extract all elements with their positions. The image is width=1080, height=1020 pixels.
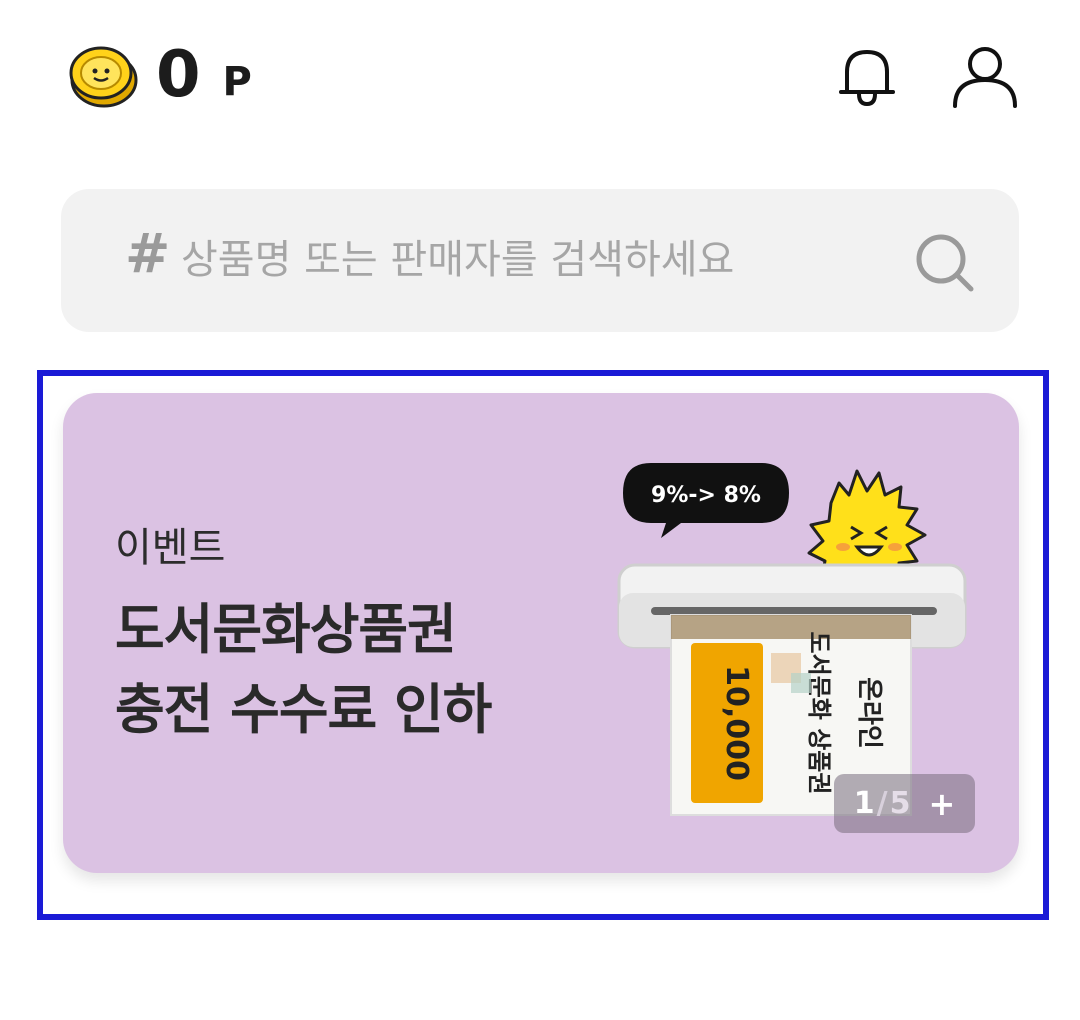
pager-separator: /	[876, 786, 888, 821]
search-input[interactable]	[179, 229, 823, 291]
pager-more-button[interactable]: +	[928, 785, 955, 823]
banner-title-line2: 충전 수수료 인하	[115, 678, 492, 741]
points-display[interactable]: 0 P	[68, 42, 252, 108]
points-value: 0	[156, 38, 201, 112]
coin-icon	[69, 46, 138, 108]
pager-total: 5	[889, 786, 911, 821]
banner-category: 이벤트	[115, 525, 226, 571]
banner-title-line1: 도서문화상품권	[115, 598, 457, 661]
voucher-online: 온라인	[854, 677, 884, 749]
user-icon[interactable]	[950, 44, 1020, 108]
event-banner[interactable]: 이벤트 도서문화상품권 충전 수수료 인하 9%-> 8% 10,000 도서문…	[63, 393, 1019, 873]
voucher-amount: 10,000	[719, 665, 754, 781]
voucher-printer-illustration: 9%-> 8% 10,000 도서문화 상품권 온라인	[617, 463, 967, 816]
hash-icon: #	[125, 222, 171, 285]
pager-current: 1	[853, 786, 875, 821]
points-unit: P	[222, 59, 252, 105]
banner-pager[interactable]: 1 / 5 +	[834, 774, 975, 833]
search-bar[interactable]: #	[61, 189, 1019, 332]
voucher-title: 도서문화 상품권	[805, 632, 833, 795]
speech-text: 9%-> 8%	[651, 483, 761, 508]
bell-icon[interactable]	[836, 44, 898, 108]
search-icon[interactable]	[913, 231, 977, 295]
